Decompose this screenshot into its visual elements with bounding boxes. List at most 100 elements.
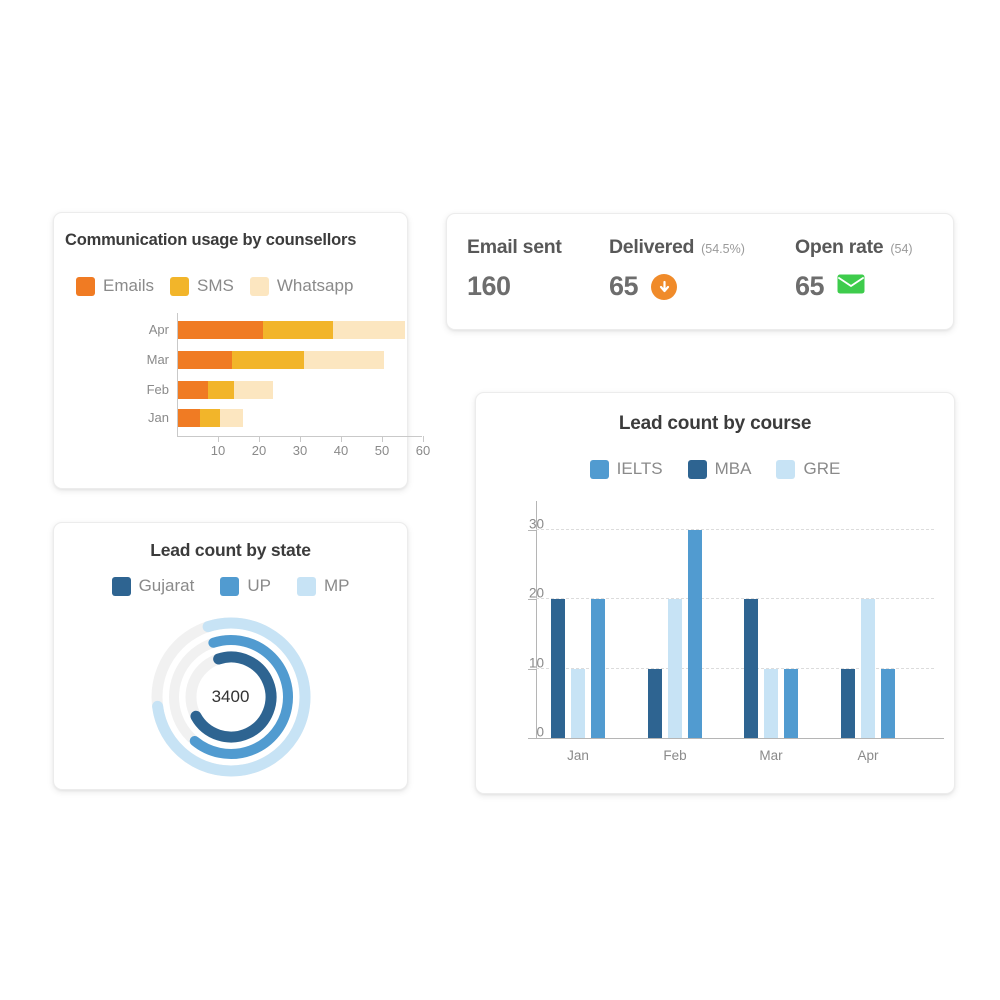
arrow-down-icon — [651, 273, 678, 300]
legend-swatch-whatsapp — [249, 276, 269, 296]
legend-item-ielts[interactable]: IELTS — [589, 459, 663, 479]
comm-bar-segment-whatsapp — [332, 321, 405, 339]
legend-label-whatsapp: Whatsapp — [276, 276, 354, 295]
kpi-value-row: 65 — [609, 271, 745, 302]
comm-x-tick-label: 10 — [210, 443, 226, 458]
course-bar-gre-jan[interactable] — [571, 668, 585, 738]
course-group-label: Apr — [857, 748, 879, 763]
legend-item-mp[interactable]: MP — [296, 576, 350, 596]
kpi-sub-label: (54) — [890, 242, 913, 256]
comm-x-tick-label: 60 — [415, 443, 431, 458]
kpi-value: 65 — [609, 271, 639, 301]
kpi-value-row: 65 — [795, 271, 913, 302]
kpi-metric-open-rate: Open rate (54) 65 — [795, 236, 913, 302]
legend-item-mba[interactable]: MBA — [687, 459, 752, 479]
communication-plot-area: Apr Mar Feb Jan 10 20 30 40 50 60 — [54, 313, 430, 483]
comm-stacked-bar[interactable] — [177, 409, 243, 427]
course-x-axis — [536, 738, 944, 739]
comm-y-axis — [177, 313, 178, 436]
comm-x-tick-label: 50 — [374, 443, 390, 458]
comm-x-tick — [382, 436, 383, 442]
course-group-label: Jan — [567, 748, 589, 763]
legend-label-gre: GRE — [803, 459, 841, 478]
comm-category-label: Feb — [146, 382, 169, 397]
comm-bar-segment-emails — [177, 351, 233, 369]
course-bar-ielts-jan[interactable] — [591, 599, 605, 738]
course-bar-gre-mar[interactable] — [764, 668, 778, 738]
legend-item-gre[interactable]: GRE — [776, 459, 840, 479]
comm-category-label: Jan — [148, 410, 169, 425]
kpi-label: Email sent — [467, 236, 562, 258]
comm-x-tick-label: 40 — [333, 443, 349, 458]
kpi-value-row: 160 — [467, 271, 562, 302]
course-bar-ielts-feb[interactable] — [688, 530, 702, 738]
course-legend: IELTS MBA GRE — [476, 459, 954, 479]
legend-item-sms[interactable]: SMS — [170, 276, 234, 296]
legend-item-gujarat[interactable]: Gujarat — [111, 576, 194, 596]
legend-item-up[interactable]: UP — [220, 576, 271, 596]
legend-label-sms: SMS — [197, 276, 234, 295]
communication-chart-title: Communication usage by counsellors — [65, 231, 357, 249]
comm-x-tick-label: 20 — [251, 443, 267, 458]
legend-swatch-ielts — [589, 459, 609, 479]
comm-category-label: Apr — [148, 322, 169, 337]
comm-bar-segment-sms — [263, 321, 333, 339]
comm-stacked-bar[interactable] — [177, 381, 274, 399]
course-bar-mba-feb[interactable] — [648, 668, 662, 738]
kpi-metric-email-sent: Email sent 160 — [467, 236, 562, 302]
course-grid-line — [536, 529, 934, 531]
state-chart-title: Lead count by state — [150, 540, 311, 560]
course-bar-gre-apr[interactable] — [861, 599, 875, 738]
comm-bar-segment-sms — [207, 381, 235, 399]
comm-bar-segment-sms — [199, 409, 221, 427]
course-bar-ielts-mar[interactable] — [784, 668, 798, 738]
legend-swatch-gre — [776, 459, 796, 479]
legend-swatch-mba — [687, 459, 707, 479]
legend-swatch-mp — [296, 576, 316, 596]
kpi-sub-label: (54.5%) — [701, 242, 745, 256]
envelope-icon — [837, 274, 865, 299]
lead-count-by-course-card: Lead count by course IELTS MBA GRE 0 10 20… — [475, 392, 955, 794]
legend-item-emails[interactable]: Emails — [76, 276, 154, 296]
course-plot-area: 0 10 20 30 Jan Feb Mar Apr — [476, 491, 956, 781]
comm-category-label: Mar — [146, 352, 169, 367]
kpi-label: Delivered — [609, 236, 695, 258]
comm-x-tick — [341, 436, 342, 442]
comm-x-tick — [423, 436, 424, 442]
kpi-label-row: Delivered (54.5%) — [609, 236, 745, 259]
kpi-value: 160 — [467, 271, 511, 301]
comm-x-tick — [259, 436, 260, 442]
comm-bar-segment-sms — [232, 351, 305, 369]
course-y-tick-label: 0 — [536, 724, 544, 740]
legend-label-ielts: IELTS — [616, 459, 663, 478]
kpi-label: Open rate — [795, 236, 884, 258]
comm-x-tick — [300, 436, 301, 442]
comm-bar-segment-emails — [177, 381, 208, 399]
legend-swatch-up — [220, 576, 240, 596]
email-kpi-card: Email sent 160 Delivered (54.5%) 65 Open rate… — [446, 213, 954, 330]
legend-label-mba: MBA — [714, 459, 752, 478]
kpi-label-row: Open rate (54) — [795, 236, 913, 259]
comm-bar-segment-whatsapp — [304, 351, 385, 369]
course-bar-mba-mar[interactable] — [744, 599, 758, 738]
legend-label-up: UP — [247, 576, 271, 595]
course-bar-mba-jan[interactable] — [551, 599, 565, 738]
communication-usage-card: Communication usage by counsellors Email… — [53, 212, 430, 489]
course-y-tick-label: 30 — [528, 516, 544, 532]
comm-x-tick-label: 30 — [292, 443, 308, 458]
comm-bar-segment-emails — [177, 409, 200, 427]
course-bar-mba-apr[interactable] — [841, 668, 855, 738]
communication-legend: Emails SMS Whatsapp — [76, 276, 353, 296]
course-y-tick-label: 20 — [528, 585, 544, 601]
legend-item-whatsapp[interactable]: Whatsapp — [249, 276, 354, 296]
lead-count-by-state-card: Lead count by state Gujarat UP MP 3400 — [53, 522, 408, 790]
legend-swatch-emails — [76, 276, 95, 296]
course-bar-gre-feb[interactable] — [668, 599, 682, 738]
kpi-label-row: Email sent — [467, 236, 562, 259]
kpi-metric-delivered: Delivered (54.5%) 65 — [609, 236, 745, 302]
comm-stacked-bar[interactable] — [177, 351, 385, 369]
legend-label-mp: MP — [323, 576, 350, 595]
course-chart-title: Lead count by course — [618, 413, 812, 434]
comm-stacked-bar[interactable] — [177, 321, 405, 339]
course-bar-ielts-apr[interactable] — [881, 668, 895, 738]
